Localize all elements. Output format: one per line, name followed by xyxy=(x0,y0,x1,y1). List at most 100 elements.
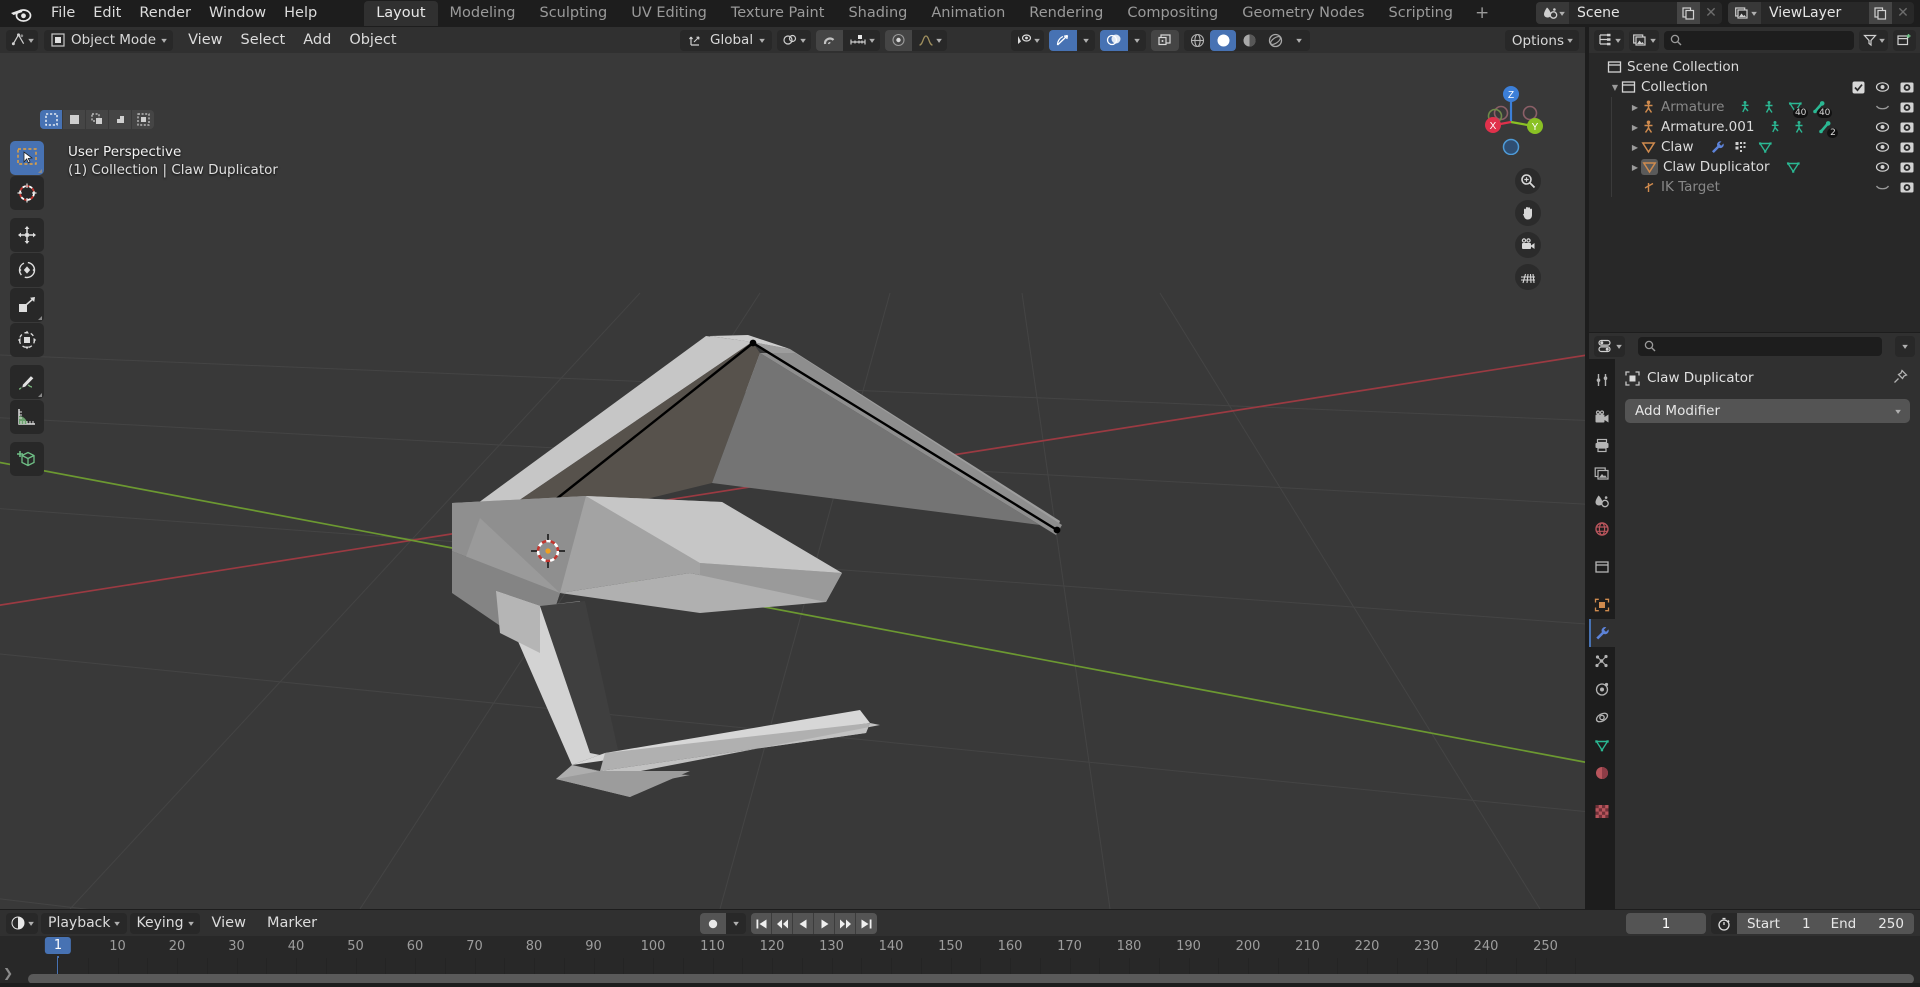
tool-scale[interactable] xyxy=(10,288,44,322)
properties-tab-scene[interactable] xyxy=(1589,487,1615,515)
difference-select-button[interactable] xyxy=(132,110,154,129)
viewport-menu-object[interactable]: Object xyxy=(340,29,405,51)
tool-move[interactable] xyxy=(10,218,44,252)
badge-pose-icon[interactable] xyxy=(1740,100,1755,114)
scene-selector[interactable]: ▾ Scene ✕ xyxy=(1535,2,1722,24)
timeline-marker-menu[interactable]: Marker xyxy=(258,912,326,934)
grid-icon[interactable] xyxy=(1515,264,1541,290)
keying-menu[interactable]: Keying ▾ xyxy=(129,912,200,934)
properties-search-input[interactable] xyxy=(1638,336,1882,356)
overlays-options-dropdown[interactable]: ▾ xyxy=(1127,29,1146,51)
workspace-tab-geometry-nodes[interactable]: Geometry Nodes xyxy=(1230,1,1376,27)
jump-to-end-button[interactable] xyxy=(856,913,877,934)
properties-search-field[interactable] xyxy=(1661,339,1876,353)
expander-right-icon[interactable]: ▶ xyxy=(1629,103,1641,112)
badge-armature-data-icon[interactable] xyxy=(1794,120,1809,134)
scene-name[interactable]: Scene xyxy=(1569,2,1677,24)
properties-tab-constraints[interactable] xyxy=(1589,703,1615,731)
tool-cursor[interactable] xyxy=(10,176,44,210)
pin-icon[interactable] xyxy=(1893,369,1908,384)
subtract-select-button[interactable] xyxy=(109,110,131,129)
end-frame-field[interactable]: End 250 xyxy=(1820,913,1914,934)
gizmo-toggle[interactable] xyxy=(1048,29,1077,51)
badge-pose-icon[interactable] xyxy=(1770,120,1785,134)
pivot-point-selector[interactable]: ▾ xyxy=(777,29,812,51)
3d-viewport[interactable]: User Perspective (1) Collection | Claw D… xyxy=(0,53,1585,909)
outliner-row-claw[interactable]: ▶ Claw xyxy=(1589,137,1920,157)
row-disable-render-toggle[interactable] xyxy=(1900,141,1914,154)
menu-help[interactable]: Help xyxy=(275,3,326,24)
snap-target-selector[interactable]: ▾ xyxy=(843,29,881,51)
row-checkbox[interactable] xyxy=(1852,81,1865,94)
properties-tab-object[interactable] xyxy=(1589,591,1615,619)
tool-rotate[interactable] xyxy=(10,253,44,287)
row-hide-toggle[interactable] xyxy=(1875,101,1890,113)
outliner-display-mode-button[interactable]: ▾ xyxy=(1629,29,1660,51)
xray-toggle[interactable] xyxy=(1151,29,1179,51)
timeline-view-menu[interactable]: View xyxy=(203,912,255,934)
mode-selector[interactable]: Object Mode ▾ xyxy=(44,29,174,51)
jump-to-start-button[interactable] xyxy=(751,913,772,934)
properties-tab-modifiers[interactable] xyxy=(1589,619,1615,647)
properties-tab-tool[interactable] xyxy=(1589,365,1615,393)
outliner-tree[interactable]: Scene Collection ▼ Collection ▶ Armature 40 40… xyxy=(1589,53,1920,197)
row-disable-render-toggle[interactable] xyxy=(1900,121,1914,134)
properties-tab-world[interactable] xyxy=(1589,515,1615,543)
viewport-menu-add[interactable]: Add xyxy=(294,29,340,51)
tool-measure[interactable] xyxy=(10,400,44,434)
proportional-edit-toggle[interactable] xyxy=(885,29,913,51)
shading-mode-group[interactable]: ▾ xyxy=(1184,29,1310,51)
row-hide-toggle[interactable] xyxy=(1875,81,1890,93)
workspace-tab-layout[interactable]: Layout xyxy=(364,0,438,27)
select-mode-buttons[interactable] xyxy=(40,110,154,129)
outliner-filter-button[interactable]: ▾ xyxy=(1859,29,1889,51)
new-scene-button[interactable] xyxy=(1676,2,1700,24)
properties-tab-view-layer[interactable] xyxy=(1589,459,1615,487)
properties-tab-strip[interactable] xyxy=(1589,359,1615,909)
workspace-tab-compositing[interactable]: Compositing xyxy=(1115,1,1230,27)
row-hide-toggle[interactable] xyxy=(1875,141,1890,153)
viewport-menu-select[interactable]: Select xyxy=(232,29,295,51)
outliner-row-claw-duplicator[interactable]: ▶ Claw Duplicator xyxy=(1589,157,1920,177)
row-hide-toggle[interactable] xyxy=(1875,161,1890,173)
outliner-search-input[interactable] xyxy=(1664,30,1855,50)
playback-menu[interactable]: Playback ▾ xyxy=(41,912,127,934)
properties-tab-collection[interactable] xyxy=(1589,553,1615,581)
shading-solid-button[interactable] xyxy=(1210,29,1236,51)
properties-tab-texture[interactable] xyxy=(1589,797,1615,825)
properties-tab-particles[interactable] xyxy=(1589,647,1615,675)
menu-window[interactable]: Window xyxy=(200,3,275,24)
hand-icon[interactable] xyxy=(1515,200,1541,226)
outliner-row-collection[interactable]: ▼ Collection xyxy=(1589,77,1920,97)
viewport-options-button[interactable]: Options ▾ xyxy=(1504,30,1579,51)
workspace-tab-shading[interactable]: Shading xyxy=(836,1,919,27)
properties-tab-physics[interactable] xyxy=(1589,675,1615,703)
snap-toggle[interactable] xyxy=(816,29,844,51)
current-frame-field[interactable]: 1 xyxy=(1625,913,1706,934)
workspace-tab-animation[interactable]: Animation xyxy=(919,1,1017,27)
viewlayer-name[interactable]: ViewLayer xyxy=(1761,2,1869,24)
menu-render[interactable]: Render xyxy=(130,3,200,24)
start-frame-field[interactable]: Start 1 xyxy=(1736,913,1821,934)
play-button[interactable] xyxy=(814,913,835,934)
row-hide-toggle[interactable] xyxy=(1875,181,1890,193)
properties-tab-object-data[interactable] xyxy=(1589,731,1615,759)
badge-bone-icon[interactable]: 40 xyxy=(1812,100,1833,118)
menu-edit[interactable]: Edit xyxy=(84,3,130,24)
new-collection-button[interactable] xyxy=(1893,29,1917,51)
timeline-playhead[interactable]: 1 xyxy=(44,937,72,954)
auto-keying-group[interactable]: ▾ xyxy=(700,913,746,934)
shading-rendered-button[interactable] xyxy=(1262,30,1288,51)
falloff-selector[interactable]: ▾ xyxy=(912,29,948,51)
unlink-scene-button[interactable]: ✕ xyxy=(1700,2,1722,24)
timeline-editor-type-button[interactable]: ▾ xyxy=(6,912,39,934)
tool-tweak[interactable] xyxy=(10,141,44,175)
tool-annotate[interactable] xyxy=(10,365,44,399)
row-disable-render-toggle[interactable] xyxy=(1900,101,1914,114)
workspace-tab-uv-editing[interactable]: UV Editing xyxy=(619,1,719,27)
badge-mesh-data-icon[interactable]: 40 xyxy=(1788,100,1809,118)
badge-mesh-data-icon[interactable] xyxy=(1758,140,1773,154)
menu-file[interactable]: File xyxy=(42,3,84,24)
properties-editor-type-button[interactable]: ▾ xyxy=(1594,335,1626,357)
add-workspace-button[interactable]: + xyxy=(1465,3,1499,24)
